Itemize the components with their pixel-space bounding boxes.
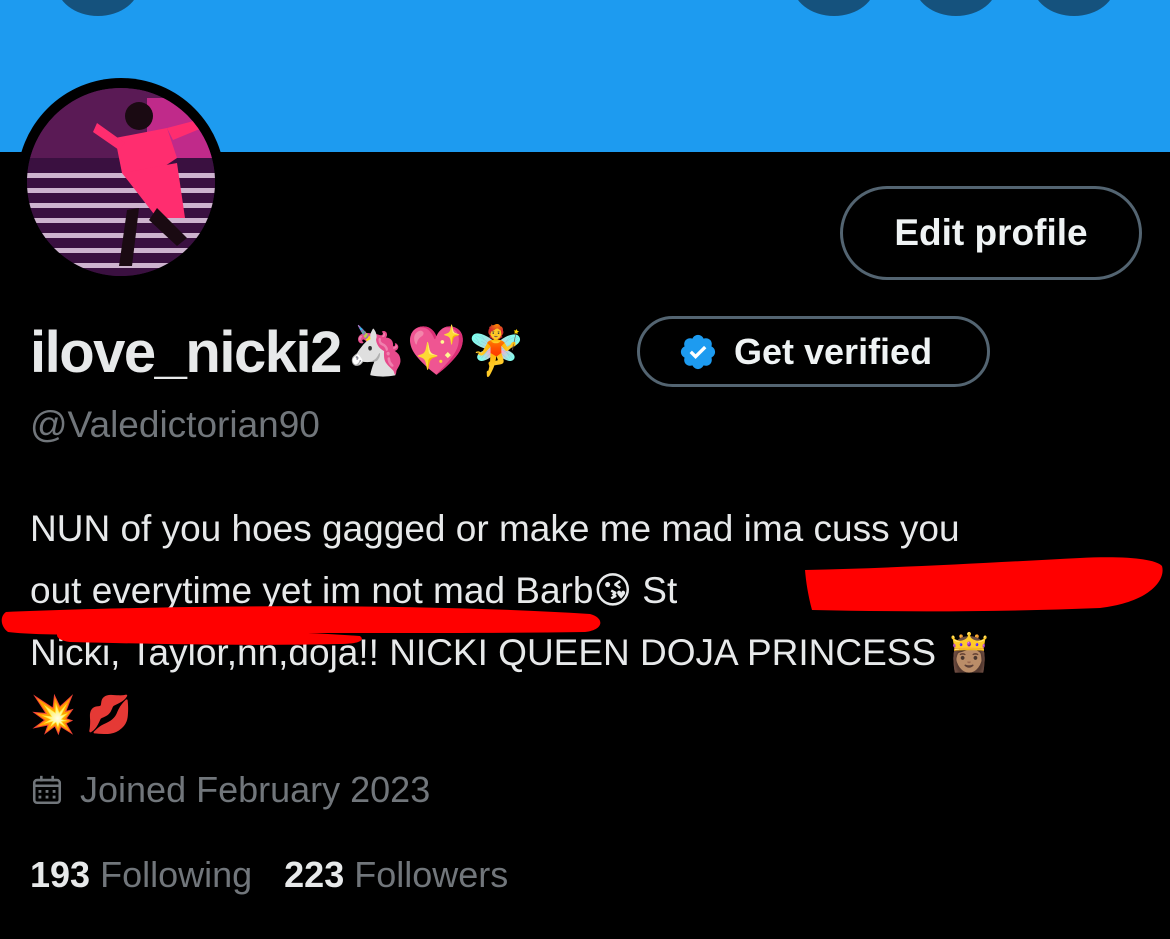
bio-line: 💥 💋 (30, 694, 133, 735)
followers-link[interactable]: 223 Followers (284, 854, 508, 896)
calendar-icon (32, 775, 62, 805)
followers-label: Followers (354, 854, 509, 895)
verified-badge-icon (680, 334, 716, 369)
avatar[interactable] (27, 88, 215, 276)
avatar-ring (17, 78, 225, 286)
name-emoji: 🦄💖🧚 (346, 325, 527, 378)
name-row: ilove_nicki2 🦄💖🧚 (30, 316, 526, 388)
joined-label: Joined February 2023 (80, 769, 431, 810)
following-label: Following (100, 854, 253, 895)
more-options-button[interactable] (1032, 0, 1116, 16)
redaction-scribble (1, 557, 1163, 645)
joined-date: Joined February 2023 (30, 766, 430, 814)
following-count: 193 (30, 854, 91, 895)
edit-profile-button[interactable]: Edit profile (840, 186, 1142, 280)
followers-count: 223 (284, 854, 345, 895)
get-verified-button[interactable]: Get verified (637, 316, 990, 387)
display-name: ilove_nicki2 (30, 319, 342, 385)
follow-stats: 193 Following 223 Followers (30, 850, 508, 900)
avatar-image (27, 88, 215, 276)
banner-action-button-1[interactable] (792, 0, 876, 16)
banner-action-button-2[interactable] (914, 0, 998, 16)
get-verified-label: Get verified (734, 330, 933, 372)
handle: @Valedictorian90 (30, 404, 320, 445)
following-link[interactable]: 193 Following (30, 854, 252, 896)
back-button[interactable] (56, 0, 140, 16)
